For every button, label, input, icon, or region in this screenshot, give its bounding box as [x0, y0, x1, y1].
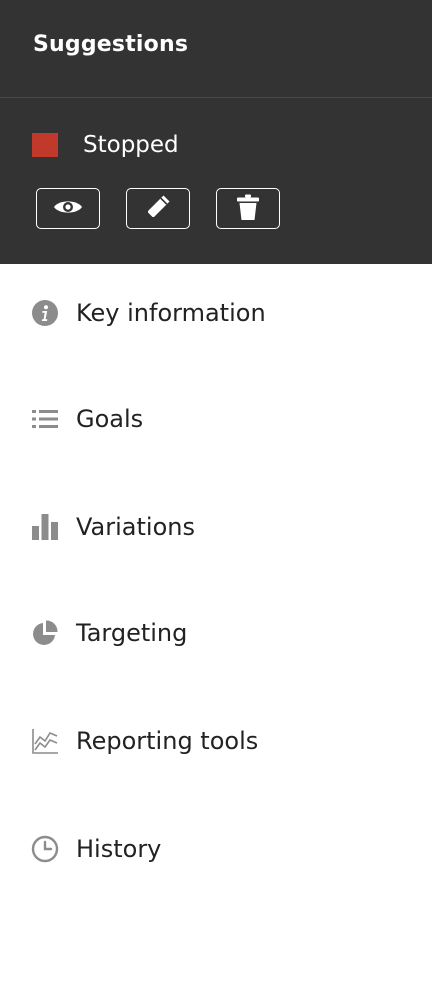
pie-chart-icon — [31, 619, 59, 647]
status-label: Stopped — [83, 132, 179, 158]
preview-button[interactable] — [36, 188, 100, 229]
edit-button[interactable] — [126, 188, 190, 229]
nav-item-variations[interactable]: Variations — [31, 507, 195, 547]
nav-item-targeting[interactable]: Targeting — [31, 613, 187, 653]
nav-label: Targeting — [76, 619, 188, 647]
pencil-icon — [144, 193, 172, 225]
nav-item-key-information[interactable]: Key information — [31, 293, 266, 333]
nav-item-history[interactable]: History — [31, 829, 161, 869]
side-panel-header: Suggestions Stopped — [0, 0, 432, 264]
line-chart-icon — [31, 727, 59, 755]
nav-item-reporting-tools[interactable]: Reporting tools — [31, 721, 258, 761]
nav-item-goals[interactable]: Goals — [31, 399, 143, 439]
status-indicator: Stopped — [32, 128, 179, 162]
action-buttons — [36, 188, 280, 229]
nav-label: Variations — [76, 513, 195, 541]
nav-label: History — [76, 835, 162, 863]
list-icon — [31, 405, 59, 433]
nav-label: Goals — [76, 405, 144, 433]
panel-title: Suggestions — [33, 32, 189, 57]
nav-label: Key information — [76, 299, 266, 327]
bar-chart-icon — [31, 513, 59, 541]
info-icon — [31, 299, 59, 327]
nav-label: Reporting tools — [76, 727, 259, 755]
eye-icon — [53, 197, 83, 221]
trash-icon — [236, 193, 260, 225]
status-swatch — [32, 133, 58, 157]
header-divider — [0, 97, 432, 98]
delete-button[interactable] — [216, 188, 280, 229]
clock-icon — [31, 835, 59, 863]
